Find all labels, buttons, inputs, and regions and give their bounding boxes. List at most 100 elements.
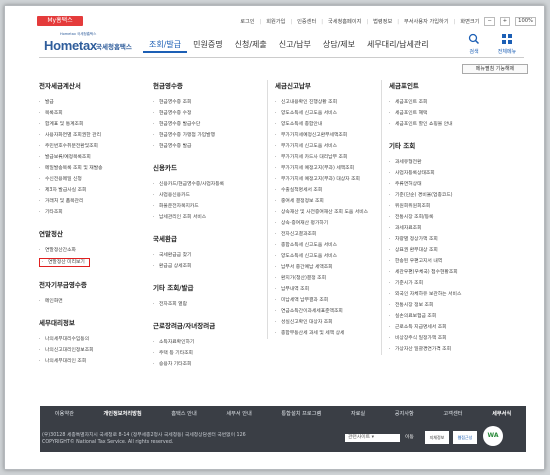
menu-link[interactable]: 환급금 상세조회	[153, 261, 261, 272]
menu-link[interactable]: 국세환급금 찾기	[153, 250, 261, 261]
menu-link[interactable]: 화물운전자복지카드	[153, 201, 261, 212]
menu-link[interactable]: 상표권 환부대상 조회	[389, 245, 526, 256]
menu-link[interactable]: 기준(단순) 경비율(업종코드)	[389, 190, 526, 201]
menu-link[interactable]: 연말정산간소화	[39, 245, 144, 256]
related-site-select[interactable]: 관련사이트 ▾	[345, 434, 400, 442]
menu-link[interactable]: 발급	[39, 97, 144, 108]
menu-link[interactable]: 제3자 발급사실 조회	[39, 185, 144, 196]
menu-link[interactable]: 미납세액 납부결과 조회	[275, 295, 377, 306]
menu-link[interactable]: 주류면허상태	[389, 179, 526, 190]
zoom-in-button[interactable]: +	[499, 17, 511, 26]
menu-link[interactable]: 수신전용메일 신청	[39, 174, 144, 185]
menu-link[interactable]: 세관우편(우체국) 접수현황조회	[389, 267, 526, 278]
menu-link[interactable]: 승용차 기타조회	[153, 359, 261, 370]
menu-link[interactable]: 나의신고대리인정보조회	[39, 345, 144, 356]
menu-link[interactable]: 현금영수증 가맹점 가입발행	[153, 130, 261, 141]
menu-link[interactable]: 실손의료보험금 조회	[389, 311, 526, 322]
login-link[interactable]: 로그인	[240, 18, 254, 25]
menu-link[interactable]: 나의세무대리수임동의	[39, 334, 144, 345]
menu-link[interactable]: 기준시가 조회	[389, 278, 526, 289]
nav-tax-agent[interactable]: 세무대리/납세관리	[361, 39, 435, 53]
footer-link[interactable]: 세무서 안내	[222, 410, 256, 417]
menu-link[interactable]: 부가가치세 카드사 대리납부 조회	[275, 152, 377, 163]
myhome-button[interactable]: My홈택스	[37, 16, 83, 26]
menu-link[interactable]: 세금포인트 조회	[389, 97, 526, 108]
nav-certificate[interactable]: 민원증명	[187, 39, 228, 53]
menu-link[interactable]: 연금소득간이과세세표준액조회	[275, 306, 377, 317]
cert-center-link[interactable]: 인증센터	[297, 18, 316, 25]
menu-link[interactable]: 양도소득세 신고도움 서비스	[275, 251, 377, 262]
year-end-preview-link[interactable]: 연말정산 미리보기	[39, 258, 90, 267]
footer-link[interactable]: 이용약관	[51, 410, 78, 417]
menu-link[interactable]: 기타조회	[39, 207, 144, 218]
menu-link[interactable]: 세금포인트 혜택	[389, 108, 526, 119]
footer-link[interactable]: 통합설치 프로그램	[277, 410, 325, 417]
menu-link[interactable]: 차량별 정상가액 조회	[389, 234, 526, 245]
menu-link[interactable]: 사업자등록상태조회	[389, 168, 526, 179]
menu-link[interactable]: 부가가치세 예정고지(부과) 대상자 조회	[275, 174, 377, 185]
menu-link[interactable]: 소득자료확인하기	[153, 337, 261, 348]
nav-apply-submit[interactable]: 신청/제출	[229, 39, 273, 53]
menu-link[interactable]: 납부서 중간예납 세액조회	[275, 262, 377, 273]
footer-link[interactable]: 고객센터	[439, 410, 466, 417]
menu-link[interactable]: 과세자료조회	[389, 223, 526, 234]
menu-link[interactable]: 부가가치세예정신고환부세액조회	[275, 130, 377, 141]
menu-link[interactable]: 수출실적명세서 조회	[275, 185, 377, 196]
menu-link[interactable]: 상속재산 및 사전증여재산 조회 도움 서비스	[275, 207, 377, 218]
menu-link[interactable]: 양도소득세 종합안내	[275, 119, 377, 130]
menu-link[interactable]: 현금영수증 조회	[153, 97, 261, 108]
menu-link[interactable]: 신용카드/현금영수증/사업자등록	[153, 179, 261, 190]
footer-link[interactable]: 자료실	[347, 410, 369, 417]
menu-link[interactable]: 가상자산 일괄경연가격 조회	[389, 344, 526, 355]
hometax-logo[interactable]: Hometax 국세청홈택스 Hometax 국세청홈택스	[44, 32, 136, 54]
menu-link[interactable]: 상속·증여재산 평가하기	[275, 218, 377, 229]
zoom-out-button[interactable]: −	[484, 17, 495, 26]
nav-inquiry-issue[interactable]: 조회/발급	[143, 39, 188, 53]
menu-link[interactable]: 주민번호수취분전환및조회	[39, 141, 144, 152]
menu-link[interactable]: 현금영수증 발급수단	[153, 119, 261, 130]
menu-link[interactable]: 종합소득세 신고도움 서비스	[275, 240, 377, 251]
nts-home-link[interactable]: 국세청홈페이지	[328, 18, 361, 25]
menu-link[interactable]: 사업용신용카드	[153, 190, 261, 201]
nav-consult-report[interactable]: 상담/제보	[317, 39, 361, 53]
menu-link[interactable]: 환지가(청산)결정 조회	[275, 273, 377, 284]
menu-link[interactable]: 나의세무대리인 조회	[39, 356, 144, 367]
menu-link[interactable]: 위원회위원회조회	[389, 201, 526, 212]
menu-link[interactable]: 합계표 및 통계조회	[39, 119, 144, 130]
menu-link[interactable]: 사용자화면별 조회권한 관리	[39, 130, 144, 141]
menu-link[interactable]: 발급보류/예정목록조회	[39, 152, 144, 163]
all-menu-button[interactable]: 전체메뉴	[492, 33, 522, 55]
menu-link[interactable]: 세금포인트 할인 쇼핑몰 안내	[389, 119, 526, 130]
menu-link[interactable]: 메일발송목록 조회 및 재발송	[39, 163, 144, 174]
menu-link[interactable]: 전통시장 조회/등록	[389, 212, 526, 223]
menu-link[interactable]: 메인화면	[39, 296, 144, 307]
footer-link[interactable]: 세무서식	[488, 410, 515, 417]
menu-link[interactable]: 전자조회 열람	[153, 299, 261, 310]
footer-link[interactable]: 공지사항	[391, 410, 418, 417]
go-button[interactable]: 이동	[405, 434, 414, 442]
menu-link[interactable]: 목록조회	[39, 108, 144, 119]
footer-link-privacy[interactable]: 개인정보처리방침	[99, 410, 145, 417]
law-info-link[interactable]: 법령정보	[373, 18, 392, 25]
dept-user-signup-link[interactable]: 부서사용자 가입하기	[404, 18, 449, 25]
menu-link[interactable]: 양도소득세 신고도움 서비스	[275, 108, 377, 119]
signup-link[interactable]: 회원가입	[266, 18, 285, 25]
menu-link[interactable]: 과세유형전환	[389, 157, 526, 168]
footer-link[interactable]: 홈택스 안내	[167, 410, 201, 417]
menu-link[interactable]: 거래처 및 품목관리	[39, 196, 144, 207]
menu-link[interactable]: 비상장주식 일정가액 조회	[389, 333, 526, 344]
menu-link[interactable]: 외국인 자체하유 보관하는 서비스	[389, 289, 526, 300]
nav-report-pay[interactable]: 신고/납부	[273, 39, 317, 53]
menu-link[interactable]: 주택 등 기타조회	[153, 348, 261, 359]
menu-link[interactable]: 전통시장 정보 조회	[389, 300, 526, 311]
menu-link[interactable]: 종합부동산세 과세 및 세액 상세	[275, 328, 377, 339]
menu-link[interactable]: 부가가치세 예정고지(부과) 세액조회	[275, 163, 377, 174]
menu-link[interactable]: 성실신고확인 대상자 조회	[275, 317, 377, 328]
menu-link[interactable]: 중여세 결정정보 조회	[275, 196, 377, 207]
menu-link[interactable]: 한송된 우편고지서 내역	[389, 256, 526, 267]
menu-link[interactable]: 근로소득 지급명세서 조회	[389, 322, 526, 333]
menu-link[interactable]: 신고내용확인 진행상황 조회	[275, 97, 377, 108]
menu-expand-toggle[interactable]: 메뉴펼침 기능해제	[462, 64, 528, 74]
menu-link[interactable]: 납세관리인 조회 서비스	[153, 212, 261, 223]
search-button[interactable]: 검색	[463, 33, 485, 55]
